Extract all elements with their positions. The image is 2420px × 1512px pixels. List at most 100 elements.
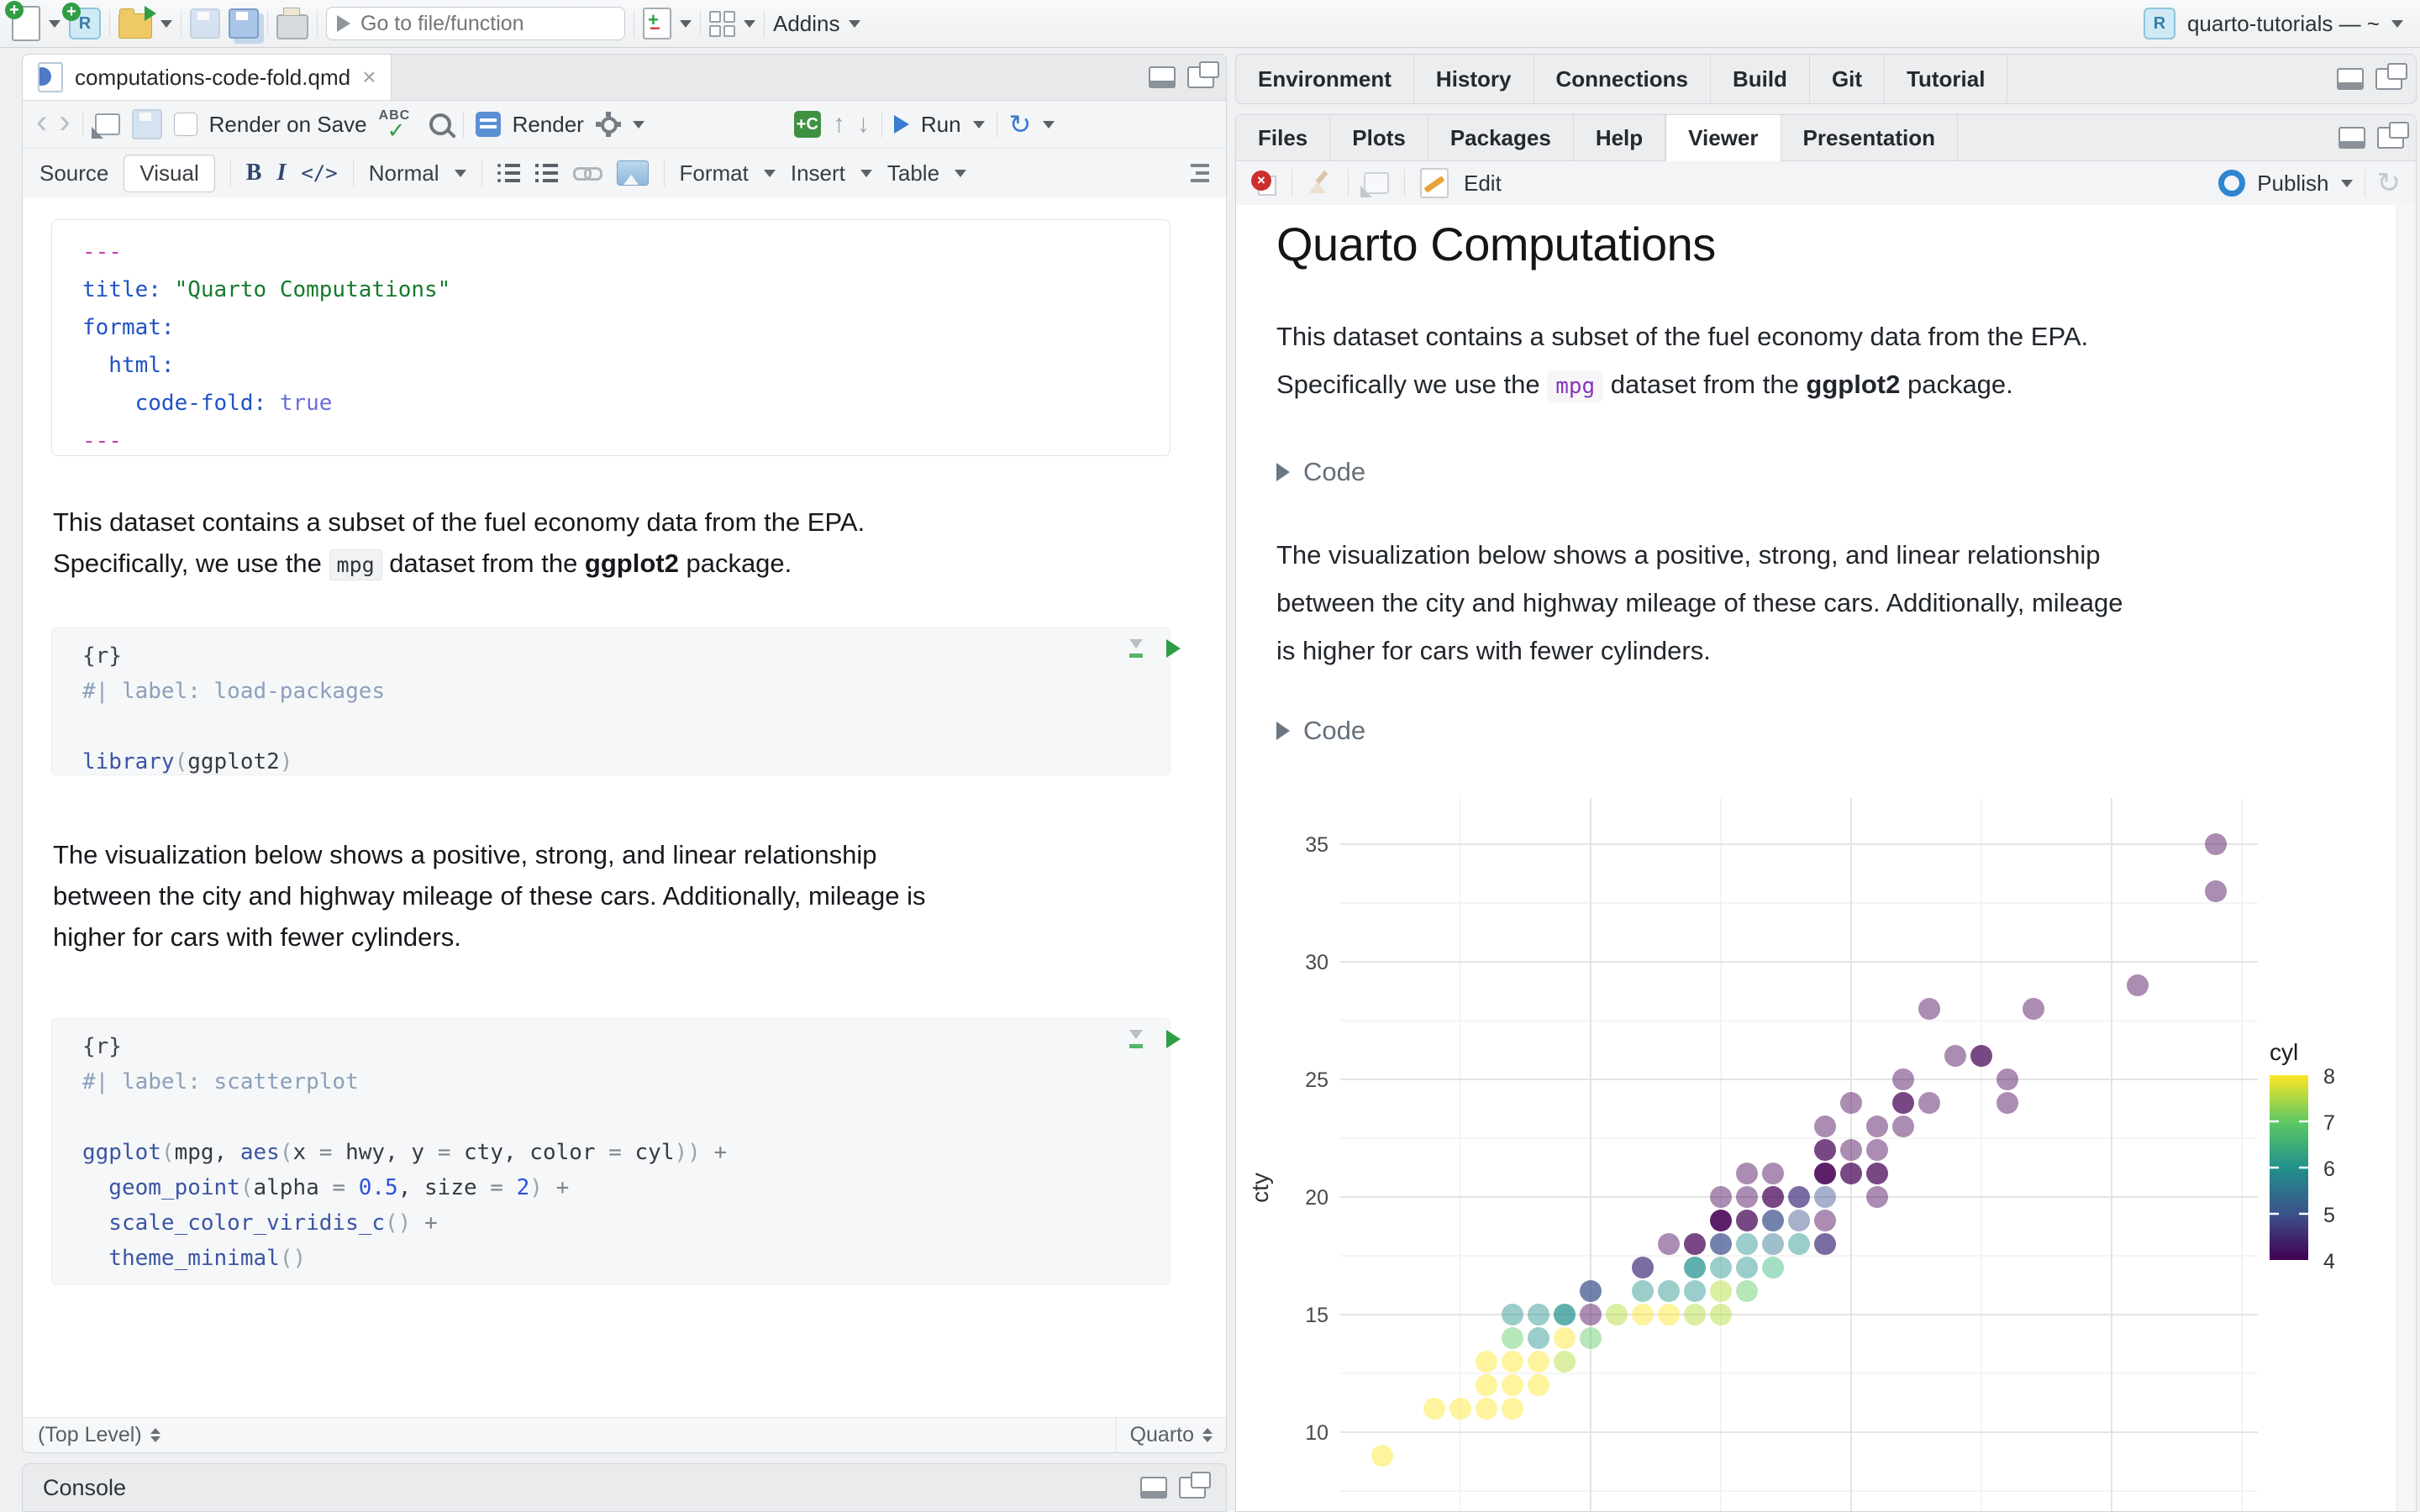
new-file-caret-icon[interactable]	[49, 19, 60, 28]
tab-plots[interactable]: Plots	[1330, 115, 1428, 160]
tab-history[interactable]: History	[1414, 55, 1534, 103]
open-in-browser-icon[interactable]	[1360, 172, 1389, 197]
bullet-list-icon[interactable]	[497, 164, 520, 182]
minimize-pane-icon[interactable]	[1149, 66, 1176, 88]
run-chunks-above-icon[interactable]	[1128, 639, 1144, 658]
goto-file-input[interactable]	[359, 10, 614, 37]
tab-git[interactable]: Git	[1810, 55, 1886, 103]
tab-viewer[interactable]: Viewer	[1665, 115, 1781, 161]
inline-code-icon[interactable]	[301, 161, 337, 185]
tab-presentation[interactable]: Presentation	[1781, 115, 1959, 160]
addins-menu[interactable]: Addins	[773, 11, 840, 37]
link-icon[interactable]	[572, 165, 602, 181]
tab-environment[interactable]: Environment	[1236, 55, 1414, 103]
insert-caret-icon[interactable]	[860, 169, 872, 177]
source-refresh-icon[interactable]: ↻	[1009, 111, 1032, 138]
run-chunk-icon[interactable]	[1166, 639, 1181, 658]
print-icon[interactable]	[276, 8, 308, 39]
tab-connections[interactable]: Connections	[1534, 55, 1711, 103]
bold-icon[interactable]	[246, 160, 262, 186]
workspace-panes-icon[interactable]	[709, 10, 735, 37]
edit-button[interactable]: Edit	[1464, 171, 1502, 197]
insert-chunk-icon[interactable]: +C	[793, 111, 821, 138]
maximize-pane-icon[interactable]	[2377, 122, 2409, 149]
save-doc-icon[interactable]	[131, 109, 162, 139]
close-tab-icon[interactable]: ×	[362, 66, 376, 89]
viewer-scrollbar[interactable]	[2396, 205, 2416, 1511]
spellcheck-icon[interactable]	[379, 108, 418, 144]
maximize-pane-icon[interactable]	[1187, 61, 1219, 88]
project-menu[interactable]: R quarto-tutorials — ~	[2143, 0, 2403, 47]
source-mode-button[interactable]: Source	[39, 160, 108, 186]
code-fold-2[interactable]: Code	[1276, 716, 1365, 746]
minimize-pane-icon[interactable]	[2338, 127, 2365, 149]
new-project-icon[interactable]: R +	[62, 3, 101, 39]
code-chunk-scatterplot[interactable]: {r} #| label: scatterplot ggplot(mpg, aes…	[51, 1018, 1171, 1285]
find-replace-icon[interactable]	[429, 113, 451, 135]
yaml-block[interactable]: --- title: "Quarto Computations" format: h…	[51, 219, 1171, 456]
go-previous-section-icon[interactable]: ↑	[833, 110, 845, 139]
open-new-window-icon[interactable]	[91, 113, 120, 139]
minimize-pane-icon[interactable]	[1140, 1477, 1167, 1499]
numbered-list-icon[interactable]	[534, 164, 558, 182]
publish-caret-icon[interactable]	[2340, 179, 2353, 187]
maximize-pane-icon[interactable]	[2375, 63, 2407, 90]
stop-clear-viewer-icon[interactable]: ×	[1251, 171, 1276, 196]
save-all-icon[interactable]	[229, 8, 259, 39]
table-menu[interactable]: Table	[887, 160, 939, 186]
document-canvas[interactable]: --- title: "Quarto Computations" format: h…	[23, 197, 1226, 1417]
outline-scope[interactable]: (Top Level)	[38, 1423, 142, 1447]
doc-mode[interactable]: Quarto	[1115, 1418, 1226, 1452]
italic-icon[interactable]	[276, 160, 286, 186]
visual-mode-button[interactable]: Visual	[124, 154, 215, 192]
outline-toggle-icon[interactable]	[1191, 164, 1209, 182]
go-next-section-icon[interactable]: ↓	[857, 110, 870, 139]
tab-files[interactable]: Files	[1236, 115, 1331, 160]
paragraph-2[interactable]: The visualization below shows a positive…	[53, 834, 926, 958]
qmd-file-icon	[38, 62, 63, 92]
paragraph-1[interactable]: This dataset contains a subset of the fu…	[53, 501, 865, 585]
tab-tutorial[interactable]: Tutorial	[1885, 55, 2008, 103]
maximize-pane-icon[interactable]	[1179, 1472, 1211, 1499]
console-title[interactable]: Console	[43, 1475, 126, 1501]
render-settings-gear-icon[interactable]	[596, 112, 621, 137]
tab-help[interactable]: Help	[1574, 115, 1666, 160]
paragraph-style-select[interactable]: Normal	[369, 160, 439, 186]
version-control-icon[interactable]	[643, 8, 671, 39]
publish-button[interactable]: Publish	[2257, 171, 2328, 197]
refresh-viewer-icon[interactable]: ↻	[2377, 169, 2402, 197]
source-refresh-caret-icon[interactable]	[1043, 120, 1055, 129]
addins-caret-icon[interactable]	[848, 19, 860, 28]
editor-tab[interactable]: computations-code-fold.qmd ×	[23, 55, 392, 100]
render-settings-caret-icon[interactable]	[632, 120, 644, 129]
table-caret-icon[interactable]	[955, 169, 967, 177]
minimize-pane-icon[interactable]	[2337, 68, 2364, 90]
open-file-icon[interactable]	[118, 6, 156, 39]
run-caret-icon[interactable]	[972, 120, 985, 129]
back-icon[interactable]: ‹	[36, 105, 47, 139]
paragraph-style-caret-icon[interactable]	[454, 169, 466, 177]
viewer-content[interactable]: Quarto Computations This dataset contain…	[1236, 205, 2416, 1511]
panes-caret-icon[interactable]	[744, 19, 755, 28]
open-file-caret-icon[interactable]	[160, 19, 172, 28]
version-control-caret-icon[interactable]	[680, 19, 692, 28]
format-menu[interactable]: Format	[680, 160, 749, 186]
run-chunks-above-icon[interactable]	[1128, 1030, 1144, 1048]
code-fold-1[interactable]: Code	[1276, 457, 1365, 487]
goto-file-search[interactable]	[326, 7, 625, 40]
save-icon[interactable]	[190, 8, 220, 39]
code-chunk-load-packages[interactable]: {r} #| label: load-packages library(ggplo…	[51, 627, 1171, 775]
render-button[interactable]: Render	[513, 112, 584, 138]
tab-packages[interactable]: Packages	[1428, 115, 1574, 160]
insert-menu[interactable]: Insert	[791, 160, 845, 186]
run-chunk-icon[interactable]	[1166, 1030, 1181, 1048]
render-on-save-checkbox[interactable]	[173, 113, 197, 136]
forward-icon[interactable]: ›	[59, 105, 70, 139]
format-caret-icon[interactable]	[763, 169, 776, 177]
new-file-icon[interactable]: +	[5, 1, 40, 41]
run-button[interactable]: Run	[921, 112, 961, 138]
tab-build[interactable]: Build	[1711, 55, 1810, 103]
clear-broom-icon[interactable]	[1307, 171, 1333, 196]
render-on-save-label: Render on Save	[208, 111, 367, 137]
image-icon[interactable]	[616, 160, 649, 186]
